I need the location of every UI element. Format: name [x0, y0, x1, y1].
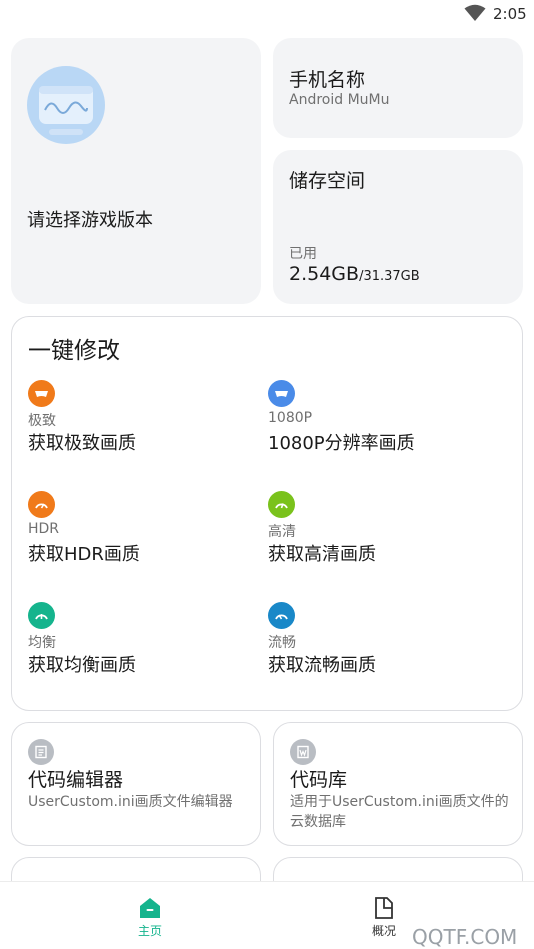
preset-tag: 流畅 — [268, 635, 296, 651]
preset-label: 获取HDR画质 — [28, 544, 140, 565]
overview-icon — [375, 897, 393, 919]
nav-home[interactable]: 主页 — [110, 882, 190, 949]
preset-tag: 1080P — [268, 410, 313, 426]
home-icon — [140, 898, 160, 918]
resolution-icon — [268, 380, 295, 407]
tool-desc: UserCustom.ini画质文件编辑器 — [28, 794, 233, 810]
preset-hdr[interactable]: HDR 获取HDR画质 — [28, 491, 268, 591]
hd-gauge-icon — [268, 491, 295, 518]
preset-smooth[interactable]: 流畅 获取流畅画质 — [268, 602, 508, 702]
wifi-icon — [464, 4, 486, 21]
one-key-modify-card: 一键修改 极致 获取极致画质 1080P 1080P分辨率画质 HDR 获取HD… — [11, 316, 523, 711]
nav-home-label: 主页 — [137, 924, 162, 938]
preset-label: 获取均衡画质 — [28, 655, 136, 676]
tool-title: 代码编辑器 — [28, 769, 124, 791]
editor-icon — [28, 739, 54, 765]
preset-1080p[interactable]: 1080P 1080P分辨率画质 — [268, 380, 508, 480]
preset-tag: HDR — [28, 521, 60, 537]
preset-label: 获取极致画质 — [28, 433, 136, 454]
hdr-gauge-icon — [28, 491, 55, 518]
game-illustration-icon — [27, 66, 105, 144]
phone-name-value: Android MuMu — [289, 92, 390, 108]
game-version-label: 请选择游戏版本 — [27, 210, 153, 231]
game-version-card[interactable]: 请选择游戏版本 — [11, 38, 261, 304]
tool-title: 代码库 — [290, 769, 348, 791]
modify-title: 一键修改 — [28, 338, 120, 364]
preset-label: 获取高清画质 — [268, 544, 376, 565]
smooth-gauge-icon — [268, 602, 295, 629]
status-bar: 2:05 — [0, 0, 534, 32]
storage-card: 储存空间 已用 2.54GB/31.37GB — [273, 150, 523, 304]
watermark: QQTF.COM — [412, 925, 518, 949]
ultra-icon — [28, 380, 55, 407]
code-editor-card[interactable]: 代码编辑器 UserCustom.ini画质文件编辑器 — [11, 722, 261, 846]
storage-value: 2.54GB/31.37GB — [289, 263, 420, 285]
preset-tag: 极致 — [28, 413, 56, 429]
preset-ultra[interactable]: 极致 获取极致画质 — [28, 380, 268, 480]
preset-hd[interactable]: 高清 获取高清画质 — [268, 491, 508, 591]
library-icon — [290, 739, 316, 765]
preset-tag: 均衡 — [28, 635, 56, 651]
preset-label: 获取流畅画质 — [268, 655, 376, 676]
code-library-card[interactable]: 代码库 适用于UserCustom.ini画质文件的云数据库 — [273, 722, 523, 846]
tool-desc: 适用于UserCustom.ini画质文件的云数据库 — [290, 794, 509, 830]
storage-title: 储存空间 — [289, 170, 366, 192]
storage-total: /31.37GB — [359, 269, 420, 284]
phone-name-title: 手机名称 — [289, 69, 366, 91]
storage-used-label: 已用 — [289, 246, 317, 262]
preset-label: 1080P分辨率画质 — [268, 433, 415, 454]
phone-name-card: 手机名称 Android MuMu — [273, 38, 523, 138]
preset-balanced[interactable]: 均衡 获取均衡画质 — [28, 602, 268, 702]
storage-used: 2.54GB — [289, 263, 360, 285]
balanced-gauge-icon — [28, 602, 55, 629]
clock: 2:05 — [493, 5, 527, 23]
preset-tag: 高清 — [268, 524, 296, 540]
